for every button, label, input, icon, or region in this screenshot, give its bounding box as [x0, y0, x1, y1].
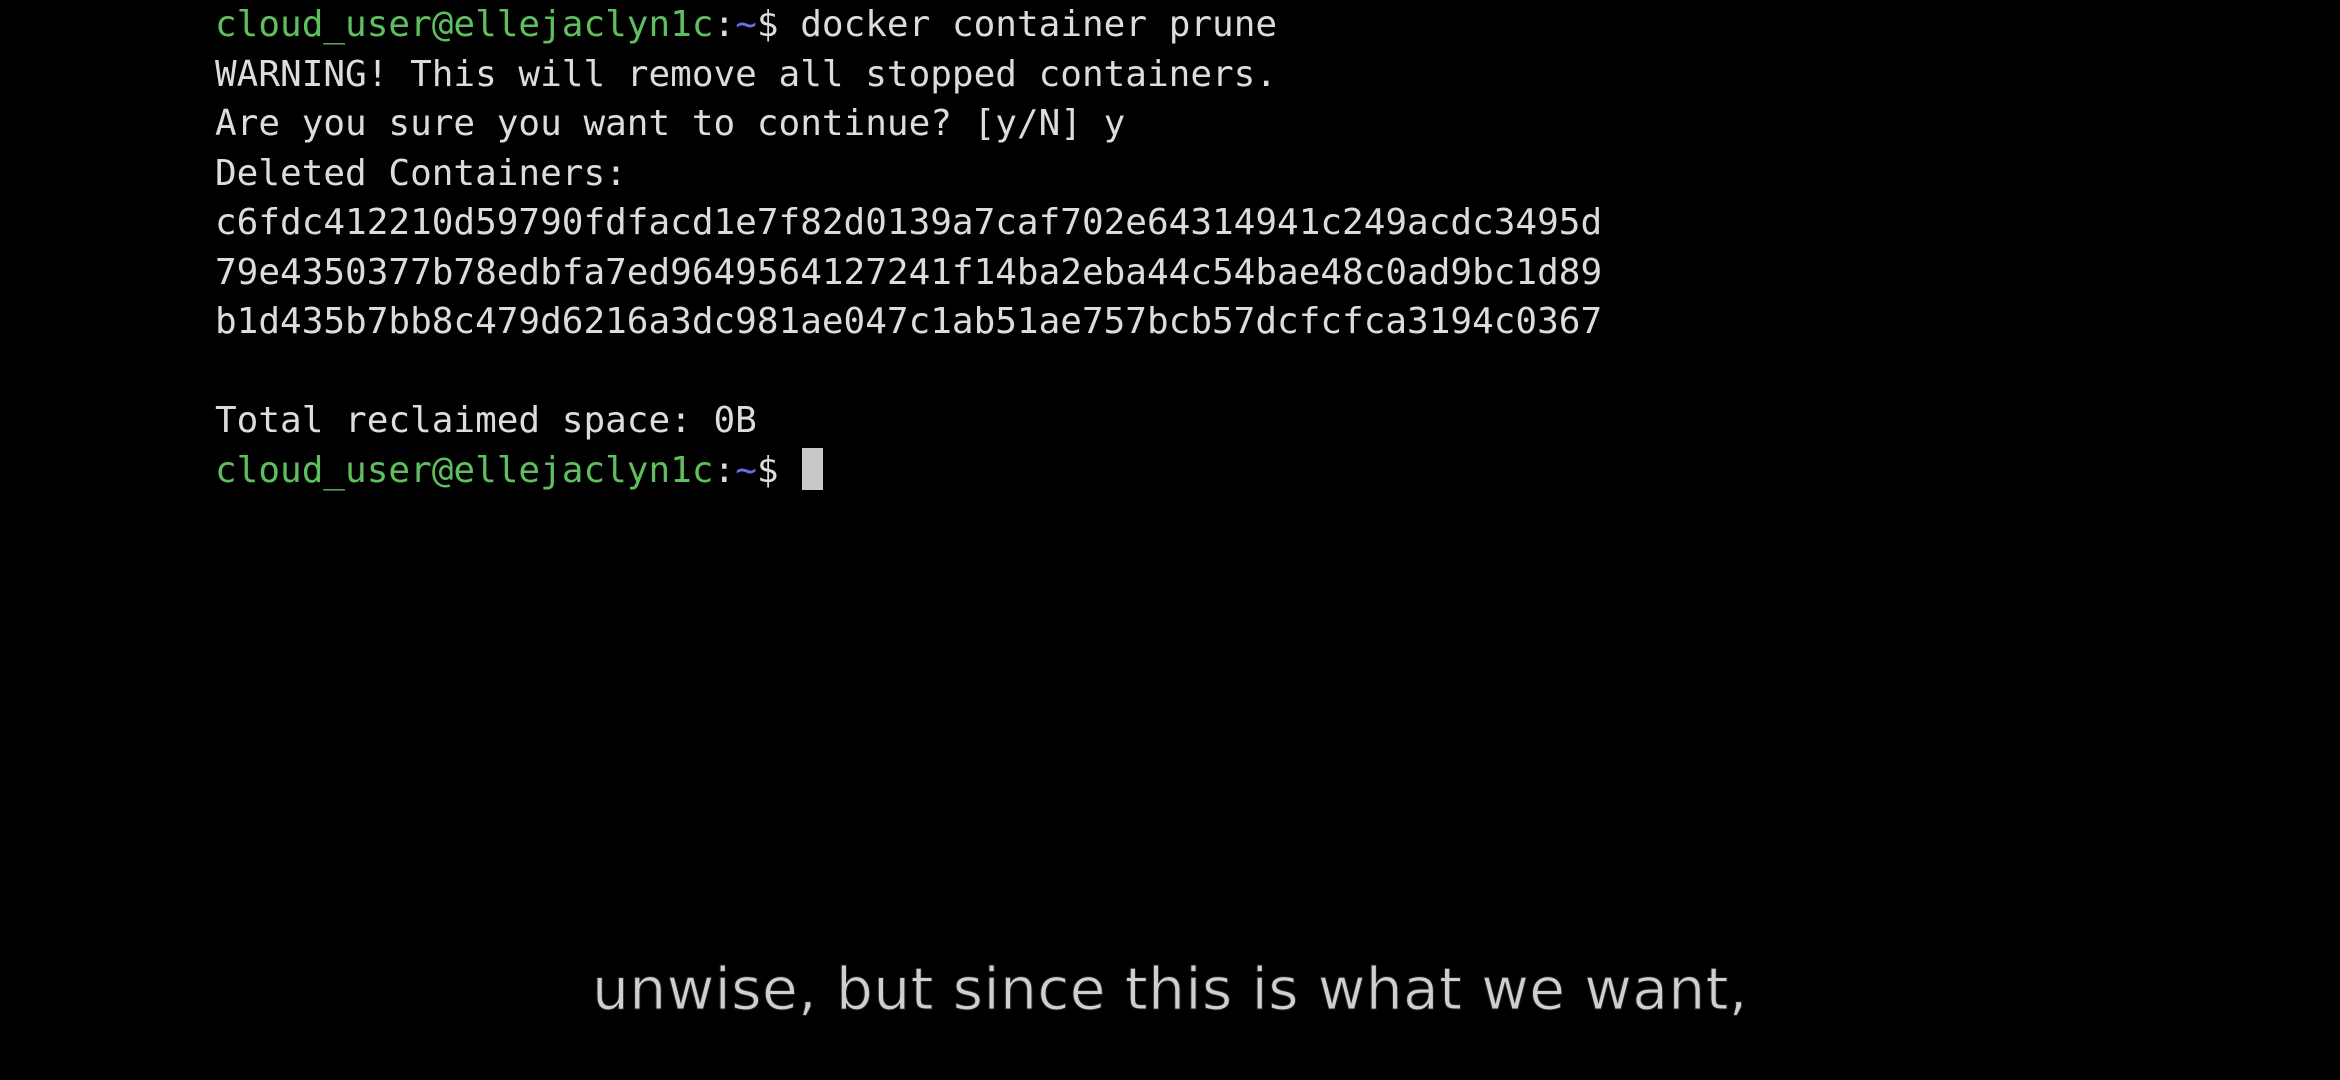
prompt-path: ~ — [735, 449, 757, 491]
video-caption: unwise, but since this is what we want, — [592, 955, 1748, 1024]
prompt-user-host: cloud_user@ellejaclyn1c — [215, 449, 714, 491]
output-deleted-header: Deleted Containers: — [215, 152, 627, 194]
command-text: docker container prune — [778, 4, 1278, 45]
prompt-separator: : — [713, 449, 736, 491]
prompt-separator: : — [713, 4, 736, 45]
prompt-dollar: $ — [756, 4, 779, 45]
prompt-path: ~ — [735, 4, 757, 45]
output-container-id: b1d435b7bb8c479d6216a3dc981ae047c1ab51ae… — [215, 301, 1603, 342]
output-container-id: 79e4350377b78edbfa7ed9649564127241f14ba2… — [215, 251, 1603, 293]
command-line: cloud_user@ellejaclyn1c:~$ docker contai… — [215, 0, 2315, 50]
output-container-id: c6fdc412210d59790fdfacd1e7f82d0139a7caf7… — [215, 202, 1603, 243]
terminal-cursor — [802, 447, 824, 490]
active-prompt-line[interactable]: cloud_user@ellejaclyn1c:~$ — [215, 446, 2315, 496]
output-warning-line: WARNING! This will remove all stopped co… — [215, 53, 1278, 95]
output-blank-line — [215, 347, 2315, 397]
terminal-window[interactable]: cloud_user@ellejaclyn1c:~$ docker contai… — [215, 0, 2315, 495]
output-confirm-line: Are you sure you want to continue? [y/N]… — [215, 103, 1126, 144]
prompt-user-host: cloud_user@ellejaclyn1c — [215, 4, 714, 45]
output-reclaimed-space: Total reclaimed space: 0B — [215, 400, 757, 441]
prompt-dollar: $ — [756, 449, 779, 491]
